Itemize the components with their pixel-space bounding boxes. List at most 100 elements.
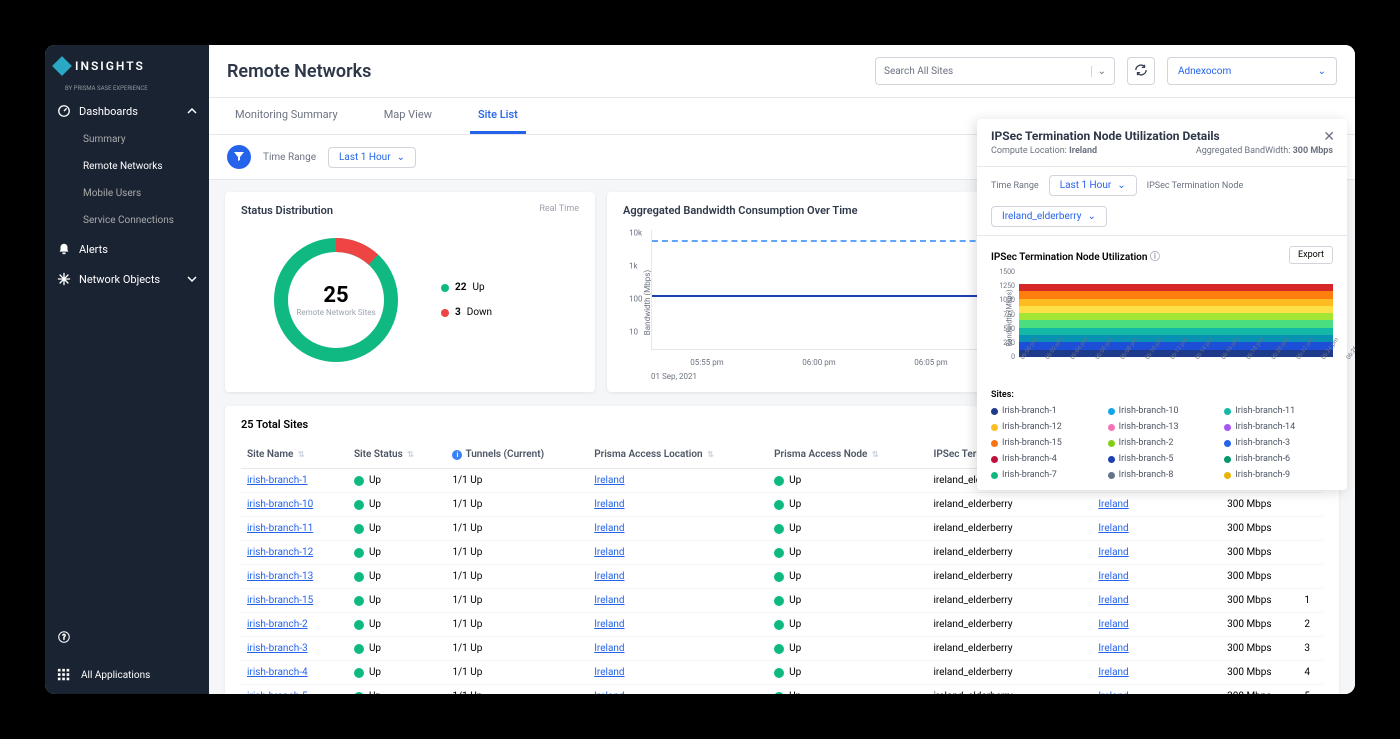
- sidebar-item-summary[interactable]: Summary: [45, 126, 209, 153]
- legend-item[interactable]: Irish-branch-14: [1224, 422, 1333, 432]
- tab-map-view[interactable]: Map View: [376, 98, 440, 134]
- tab-site-list[interactable]: Site List: [470, 98, 526, 134]
- gauge-icon: [57, 104, 71, 118]
- legend-item[interactable]: Irish-branch-7: [991, 470, 1100, 480]
- sidebar: INSIGHTS BY PRISMA SASE EXPERIENCE Dashb…: [45, 45, 209, 694]
- search-sites-dropdown[interactable]: Search All Sites ⌄: [875, 57, 1115, 85]
- nav-alerts[interactable]: Alerts: [45, 234, 209, 264]
- bw-cell: 300 Mbps: [1221, 613, 1298, 637]
- location-link[interactable]: Ireland: [594, 691, 624, 694]
- legend-item[interactable]: Irish-branch-9: [1224, 470, 1333, 480]
- legend-item[interactable]: Irish-branch-5: [1108, 454, 1217, 464]
- site-link[interactable]: irish-branch-11: [247, 523, 313, 534]
- col-header[interactable]: Site Status ⇅: [348, 441, 447, 469]
- time-range-dropdown[interactable]: Last 1 Hour ⌄: [328, 147, 416, 168]
- site-link[interactable]: irish-branch-12: [247, 547, 313, 558]
- legend-item[interactable]: Irish-branch-10: [1108, 406, 1217, 416]
- status-badge: Up: [354, 643, 441, 654]
- location-link[interactable]: Ireland: [594, 595, 624, 606]
- compute-link[interactable]: Ireland: [1098, 595, 1128, 606]
- bw-value: 300 Mbps: [1293, 146, 1333, 156]
- main-content: Remote Networks Search All Sites ⌄ Adnex…: [209, 45, 1355, 694]
- table-row: irish-branch-15 Up 1/1 Up Ireland Up ire…: [241, 589, 1323, 613]
- y-tick: 0: [1011, 353, 1015, 361]
- export-button[interactable]: Export: [1289, 246, 1333, 264]
- site-link[interactable]: irish-branch-4: [247, 667, 308, 678]
- status-badge: Up: [354, 499, 441, 510]
- status-badge: Up: [354, 667, 441, 678]
- legend-item[interactable]: Irish-branch-8: [1108, 470, 1217, 480]
- location-link[interactable]: Ireland: [594, 523, 624, 534]
- col-header[interactable]: Site Name ⇅: [241, 441, 348, 469]
- location-link[interactable]: Ireland: [594, 571, 624, 582]
- all-applications-button[interactable]: All Applications: [45, 656, 209, 694]
- location-link[interactable]: Ireland: [594, 475, 624, 486]
- filter-button[interactable]: [227, 145, 251, 169]
- help-icon: ?: [57, 630, 71, 644]
- refresh-button[interactable]: [1127, 57, 1155, 85]
- term-node-cell: ireland_elderberry: [927, 637, 1092, 661]
- close-button[interactable]: ✕: [1323, 129, 1335, 145]
- compute-link[interactable]: Ireland: [1098, 643, 1128, 654]
- legend-item[interactable]: Irish-branch-1: [991, 406, 1100, 416]
- tunnels-cell: 1/1 Up: [446, 565, 588, 589]
- location-link[interactable]: Ireland: [594, 643, 624, 654]
- col-header[interactable]: Prisma Access Location ⇅: [588, 441, 768, 469]
- area-band: [1019, 320, 1333, 327]
- site-link[interactable]: irish-branch-1: [247, 475, 308, 486]
- legend-item[interactable]: Irish-branch-13: [1108, 422, 1217, 432]
- tunnels-cell: 1/1 Up: [446, 589, 588, 613]
- legend-item: 3 Down: [441, 307, 492, 318]
- compute-link[interactable]: Ireland: [1098, 571, 1128, 582]
- legend-item[interactable]: Irish-branch-2: [1108, 438, 1217, 448]
- sidebar-item-remote-networks[interactable]: Remote Networks: [45, 153, 209, 180]
- dp-node-dropdown[interactable]: Ireland_elderberry⌄: [991, 206, 1107, 227]
- chevron-down-icon: [187, 274, 197, 284]
- site-link[interactable]: irish-branch-13: [247, 571, 313, 582]
- col-header[interactable]: Prisma Access Node ⇅: [768, 441, 927, 469]
- compute-link[interactable]: Ireland: [1098, 499, 1128, 510]
- bw-cell: 300 Mbps: [1221, 541, 1298, 565]
- site-link[interactable]: irish-branch-5: [247, 691, 308, 694]
- nav-dashboards[interactable]: Dashboards: [45, 96, 209, 126]
- dp-time-dropdown[interactable]: Last 1 Hour⌄: [1049, 175, 1137, 196]
- tenant-dropdown[interactable]: Adnexocom ⌄: [1167, 57, 1337, 85]
- help-button[interactable]: ?: [45, 618, 209, 656]
- legend-item[interactable]: Irish-branch-4: [991, 454, 1100, 464]
- legend-item[interactable]: Irish-branch-6: [1224, 454, 1333, 464]
- location-link[interactable]: Ireland: [594, 667, 624, 678]
- legend-item[interactable]: Irish-branch-11: [1224, 406, 1333, 416]
- legend-item[interactable]: Irish-branch-12: [991, 422, 1100, 432]
- info-icon[interactable]: ⓘ: [1150, 252, 1160, 263]
- bw-cell: 300 Mbps: [1221, 493, 1298, 517]
- sidebar-item-mobile-users[interactable]: Mobile Users: [45, 180, 209, 207]
- compute-link[interactable]: Ireland: [1098, 547, 1128, 558]
- term-node-cell: ireland_elderberry: [927, 565, 1092, 589]
- area-band: [1019, 306, 1333, 313]
- legend-item[interactable]: Irish-branch-3: [1224, 438, 1333, 448]
- bw-cell: 300 Mbps: [1221, 517, 1298, 541]
- bw-cell: 300 Mbps: [1221, 637, 1298, 661]
- compute-link[interactable]: Ireland: [1098, 523, 1128, 534]
- bell-icon: [57, 242, 71, 256]
- location-link[interactable]: Ireland: [594, 499, 624, 510]
- term-node-cell: ireland_elderberry: [927, 493, 1092, 517]
- location-link[interactable]: Ireland: [594, 619, 624, 630]
- compute-link[interactable]: Ireland: [1098, 667, 1128, 678]
- site-link[interactable]: irish-branch-15: [247, 595, 313, 606]
- col-header[interactable]: iTunnels (Current): [446, 441, 588, 469]
- nav-network-objects[interactable]: Network Objects: [45, 264, 209, 294]
- site-link[interactable]: irish-branch-3: [247, 643, 308, 654]
- compute-link[interactable]: Ireland: [1098, 619, 1128, 630]
- tunnels-cell: 1/1 Up: [446, 517, 588, 541]
- legend-item[interactable]: Irish-branch-15: [991, 438, 1100, 448]
- node-status: Up: [774, 667, 921, 678]
- tab-monitoring-summary[interactable]: Monitoring Summary: [227, 98, 346, 134]
- n-cell: 5: [1298, 685, 1323, 695]
- compute-link[interactable]: Ireland: [1098, 691, 1128, 694]
- site-link[interactable]: irish-branch-10: [247, 499, 313, 510]
- term-node-cell: ireland_elderberry: [927, 541, 1092, 565]
- sidebar-item-service-connections[interactable]: Service Connections: [45, 207, 209, 234]
- location-link[interactable]: Ireland: [594, 547, 624, 558]
- site-link[interactable]: irish-branch-2: [247, 619, 308, 630]
